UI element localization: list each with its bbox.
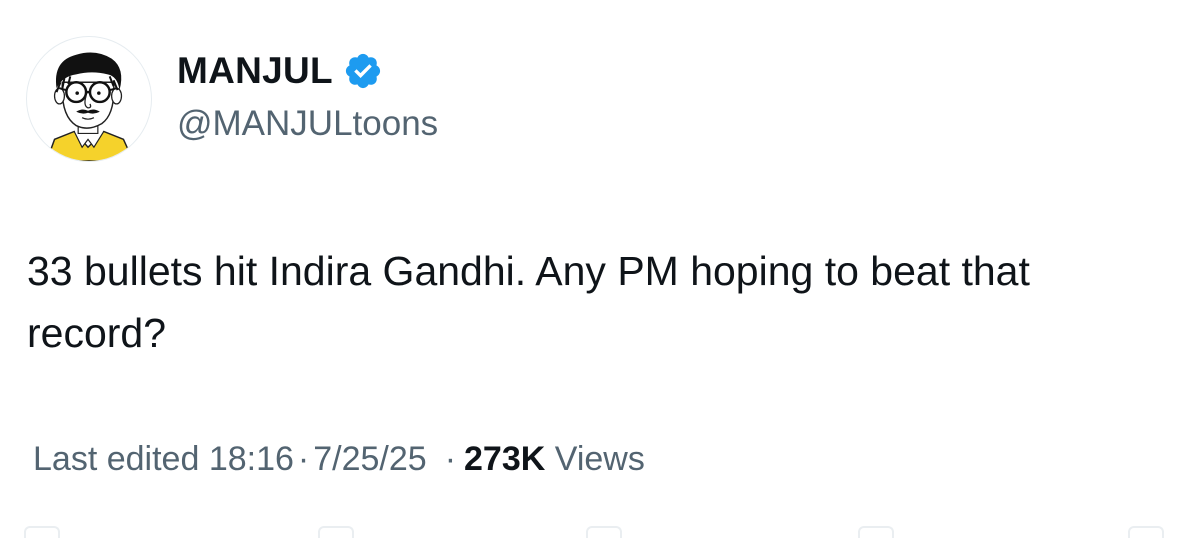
tweet-meta: Last edited 18:16 · 7/25/25 · 273K Views (33, 440, 645, 479)
avatar[interactable] (26, 36, 152, 162)
views-label: Views (554, 440, 645, 478)
tweet-date[interactable]: 7/25/25 (313, 440, 426, 478)
author-display-name[interactable]: MANJUL (177, 50, 333, 92)
action-bar (0, 524, 1199, 538)
like-icon[interactable] (586, 526, 622, 538)
tweet-card: MANJUL @MANJULtoons 33 bullets hit Indir… (0, 0, 1199, 538)
reply-icon[interactable] (24, 526, 60, 538)
bookmark-icon[interactable] (858, 526, 894, 538)
verified-badge-icon (343, 51, 383, 91)
edited-label[interactable]: Last edited (33, 440, 199, 478)
views-count: 273K (464, 440, 546, 478)
tweet-text: 33 bullets hit Indira Gandhi. Any PM hop… (27, 248, 1030, 356)
meta-separator: · (297, 440, 310, 478)
author-handle[interactable]: @MANJULtoons (177, 104, 438, 144)
share-icon[interactable] (1128, 526, 1164, 538)
avatar-cartoon-image (45, 52, 135, 161)
repost-icon[interactable] (318, 526, 354, 538)
tweet-time[interactable]: 18:16 (209, 440, 294, 478)
meta-separator: · (444, 440, 457, 478)
author-name-row[interactable]: MANJUL (177, 46, 383, 96)
